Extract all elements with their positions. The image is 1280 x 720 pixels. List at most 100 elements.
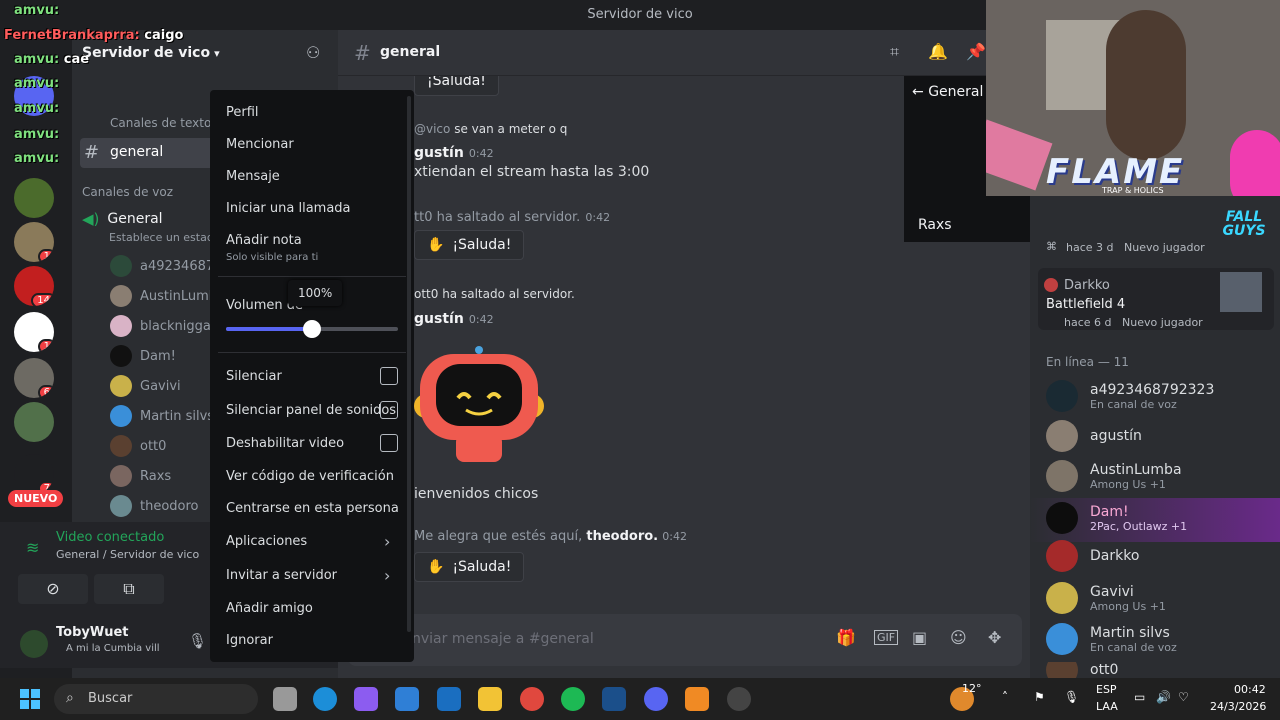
volume-icon[interactable]: 🔊 [1156, 690, 1171, 704]
voice-member[interactable]: Dam! [110, 345, 176, 367]
voice-location[interactable]: General / Servidor de vico [56, 548, 199, 561]
server-icon[interactable] [14, 402, 54, 442]
member-item[interactable]: ott0 [1046, 662, 1118, 678]
volume-slider[interactable] [226, 320, 398, 338]
menu-item-mention[interactable]: Mencionar [226, 137, 294, 152]
camera-off-button[interactable]: ⊘ [18, 574, 88, 604]
member-item[interactable]: Gavivi Among Us +1 [1046, 582, 1166, 614]
menu-scrollbar[interactable] [407, 96, 411, 632]
avatar [110, 465, 132, 487]
threads-icon[interactable]: ⌗ [890, 42, 899, 62]
battery-icon[interactable]: ♡ [1178, 690, 1189, 704]
voice-member[interactable]: theodoro [110, 495, 199, 517]
reply-preview[interactable]: @vico se van a meter o q [414, 122, 567, 136]
disable-video-checkbox[interactable] [380, 434, 398, 452]
server-icon[interactable]: 6 [14, 358, 54, 398]
menu-item-disable-video[interactable]: Deshabilitar video [226, 436, 344, 451]
username[interactable]: TobyWuet [56, 625, 128, 640]
server-icon[interactable]: 7 [14, 454, 54, 494]
spotify-icon[interactable] [561, 687, 585, 711]
wave-button[interactable]: ✋ ¡Saluda! [414, 230, 525, 260]
folder-icon[interactable] [478, 687, 502, 711]
mute-checkbox[interactable] [380, 367, 398, 385]
microphone-tray-icon[interactable]: 🎙 [1064, 690, 1079, 704]
voice-member[interactable]: Martin silvs [110, 405, 214, 427]
member-item[interactable]: Dam! 2Pac, Outlawz +1 [1046, 502, 1187, 534]
server-icon[interactable]: 1 [14, 312, 54, 352]
menu-item-call[interactable]: Iniciar una llamada [226, 201, 351, 216]
task-view-icon[interactable] [273, 687, 297, 711]
menu-item-add-note[interactable]: Añadir nota [226, 233, 302, 248]
app-icon[interactable] [727, 687, 751, 711]
chrome-icon[interactable] [520, 687, 544, 711]
menu-item-add-friend[interactable]: Añadir amigo [226, 601, 313, 616]
keyboard-indicator[interactable]: LAA [1096, 700, 1118, 713]
voice-member[interactable]: Gavivi [110, 375, 181, 397]
badge: 1 [37, 249, 54, 262]
windows-start-icon[interactable] [20, 689, 40, 709]
avatar [110, 345, 132, 367]
menu-item-verification[interactable]: Ver código de verificación [226, 469, 394, 484]
network-icon[interactable]: ▭ [1134, 690, 1145, 704]
popup-back[interactable]: ← General [912, 84, 983, 100]
pin-icon[interactable]: 📌 [966, 42, 986, 61]
tray-chevron-icon[interactable]: ˄ [1002, 690, 1008, 704]
menu-item-mute[interactable]: Silenciar [226, 369, 282, 384]
member-item[interactable]: a4923468792323 En canal de voz [1046, 380, 1214, 412]
avatar[interactable] [20, 630, 48, 658]
volume-handle[interactable] [303, 320, 321, 338]
language-indicator[interactable]: ESP [1096, 683, 1117, 696]
voice-member[interactable]: Raxs [110, 465, 171, 487]
server-icon[interactable]: 14 [14, 266, 54, 306]
edge-icon[interactable] [313, 687, 337, 711]
menu-item-ignore[interactable]: Ignorar [226, 633, 273, 648]
screen-share-button[interactable]: ⧉ [94, 574, 164, 604]
wave-button[interactable]: ✋ ¡Saluda! [414, 552, 525, 582]
message-author[interactable]: gustín [414, 145, 464, 161]
outlook-icon[interactable] [437, 687, 461, 711]
message-input[interactable]: nviar mensaje a #general 🎁 GIF ▣ ☺ ✥ [348, 614, 1022, 666]
menu-item-message[interactable]: Mensaje [226, 169, 280, 184]
member-item[interactable]: agustín [1046, 420, 1142, 452]
mute-soundboard-checkbox[interactable] [380, 401, 398, 419]
menu-item-apps[interactable]: Aplicaciones [226, 534, 307, 549]
bell-icon[interactable]: 🔔 [928, 42, 948, 61]
sticker-icon[interactable]: ▣ [912, 628, 927, 647]
menu-item-profile[interactable]: Perfil [226, 105, 259, 120]
microphone-icon[interactable]: 🎙 [188, 632, 207, 650]
fl-studio-icon[interactable] [685, 687, 709, 711]
clock-time[interactable]: 00:42 [1234, 683, 1266, 696]
voice-status-label[interactable]: Video conectado [56, 530, 164, 545]
copilot-icon[interactable] [354, 687, 378, 711]
join-user[interactable]: theodoro. [586, 529, 658, 544]
voice-category[interactable]: Canales de voz [82, 185, 173, 199]
camera-off-icon: ⊘ [46, 579, 60, 598]
store-icon[interactable] [395, 687, 419, 711]
server-icon[interactable]: 1 [14, 222, 54, 262]
menu-item-mute-soundboard[interactable]: Silenciar panel de sonidos [226, 403, 396, 418]
emoji-icon[interactable]: ☺ [950, 628, 967, 647]
taskbar-search[interactable]: ⌕ Buscar [54, 684, 258, 714]
menu-item-focus[interactable]: Centrarse en esta persona [226, 501, 399, 516]
apps-icon[interactable]: ✥ [988, 628, 1001, 647]
server-icon[interactable] [14, 178, 54, 218]
tray-icon[interactable]: ⚑ [1034, 690, 1045, 704]
voice-member[interactable]: AustinLumba [110, 285, 225, 307]
member-item[interactable]: AustinLumba Among Us +1 [1046, 460, 1182, 492]
activity-card[interactable]: Darkko Battlefield 4 hace 6 d Nuevo juga… [1038, 268, 1274, 330]
new-badge[interactable]: NUEVO [8, 490, 64, 507]
clock-date[interactable]: 24/3/2026 [1210, 700, 1266, 713]
member-item[interactable]: Darkko [1046, 540, 1139, 572]
overlay-user: amvu: [14, 127, 60, 142]
add-user-icon[interactable]: ⚇ [306, 43, 320, 62]
voice-channel-general[interactable]: ◀) General [82, 210, 163, 228]
member-item[interactable]: Martin silvs En canal de voz [1046, 623, 1177, 655]
steam-icon[interactable] [602, 687, 626, 711]
gif-icon[interactable]: GIF [874, 630, 899, 645]
voice-status[interactable]: Establece un estado [109, 231, 221, 244]
voice-member[interactable]: ott0 [110, 435, 166, 457]
gift-icon[interactable]: 🎁 [836, 628, 856, 647]
menu-item-invite[interactable]: Invitar a servidor [226, 568, 337, 583]
discord-icon[interactable] [644, 687, 668, 711]
message-author[interactable]: gustín [414, 311, 464, 327]
